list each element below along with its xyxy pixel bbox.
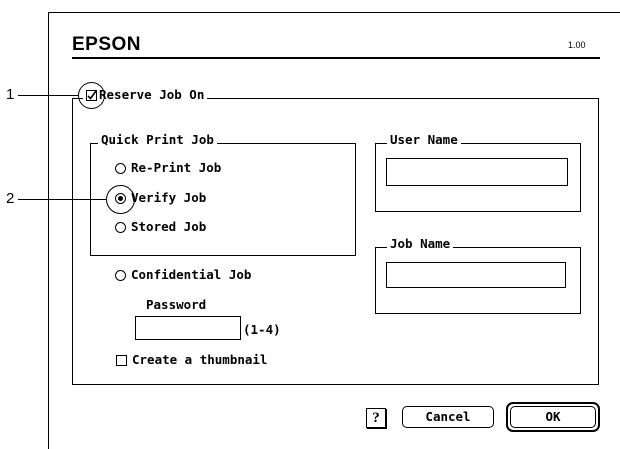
callout-1-ring	[78, 82, 105, 109]
callout-1-leader	[18, 95, 78, 96]
help-button[interactable]: ?	[366, 408, 386, 428]
reprint-radio[interactable]	[115, 163, 126, 174]
callout-2-ring	[106, 185, 135, 214]
thumbnail-label[interactable]: Create a thumbnail	[132, 352, 267, 367]
cancel-button[interactable]: Cancel	[402, 406, 494, 428]
callout-1-number: 1	[6, 86, 15, 103]
thumbnail-checkbox[interactable]	[116, 355, 127, 366]
user-name-legend: User Name	[387, 133, 461, 147]
password-label: Password	[146, 297, 207, 312]
reprint-label[interactable]: Re-Print Job	[131, 160, 221, 175]
verify-label[interactable]: Verify Job	[131, 190, 206, 205]
ok-button[interactable]: OK	[510, 406, 596, 428]
brand-logo: EPSON	[72, 34, 142, 55]
header-divider	[72, 57, 600, 59]
job-name-legend: Job Name	[387, 237, 454, 251]
ok-button-frame[interactable]: OK	[506, 402, 600, 432]
quick-print-legend: Quick Print Job	[98, 133, 217, 147]
confidential-radio[interactable]	[115, 270, 126, 281]
password-hint: (1-4)	[243, 322, 281, 337]
user-name-field[interactable]	[386, 158, 568, 186]
password-field[interactable]	[135, 316, 241, 340]
confidential-label[interactable]: Confidential Job	[131, 267, 251, 282]
callout-2-number: 2	[6, 190, 15, 207]
callout-2-leader	[18, 199, 106, 200]
stored-label[interactable]: Stored Job	[131, 219, 206, 234]
job-name-field[interactable]	[386, 262, 566, 288]
help-icon: ?	[372, 410, 380, 426]
version-label: 1.00	[568, 40, 586, 50]
stored-radio[interactable]	[115, 222, 126, 233]
